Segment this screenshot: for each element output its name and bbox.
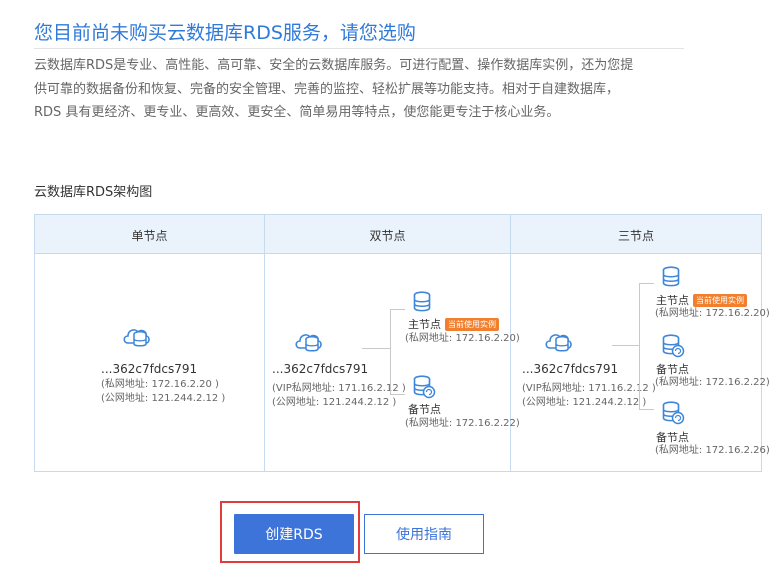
triple-vip-address: (VIP私网地址: 171.16.2.12 ) — [522, 383, 656, 394]
single-node-id: ...362c7fdcs791 — [101, 362, 198, 376]
triple-public-address: (公网地址: 121.244.2.12 ) — [522, 397, 647, 408]
column-divider — [264, 215, 265, 471]
double-public-address: (公网地址: 121.244.2.12 ) — [272, 397, 397, 408]
page-title: 您目前尚未购买云数据库RDS服务，请您选购 — [34, 22, 416, 44]
current-instance-badge: 当前使用实例 — [445, 318, 499, 331]
double-standby-node-label: 备节点 — [408, 403, 441, 416]
triple-standby1-address: (私网地址: 172.16.2.22) — [655, 377, 770, 388]
connector-line — [362, 348, 390, 349]
double-primary-node: 主节点 当前使用实例 — [408, 316, 499, 332]
double-primary-address: (私网地址: 172.16.2.20) — [405, 333, 520, 344]
double-standby-address: (私网地址: 172.16.2.22) — [405, 418, 520, 429]
connector-line — [639, 409, 654, 410]
column-title-double: 双节点 — [369, 229, 406, 243]
current-instance-badge: 当前使用实例 — [693, 294, 747, 307]
single-public-address: (公网地址: 121.244.2.12 ) — [101, 393, 226, 404]
triple-standby2-address: (私网地址: 172.16.2.26) — [655, 445, 770, 456]
architecture-title: 云数据库RDS架构图 — [34, 185, 153, 200]
database-icon — [412, 291, 432, 317]
single-private-address: (私网地址: 172.16.2.20 ) — [101, 379, 219, 390]
standby-database-icon — [412, 375, 436, 403]
connector-line — [390, 394, 405, 395]
column-title-single: 单节点 — [131, 229, 168, 243]
page-description: 云数据库RDS是专业、高性能、高可靠、安全的云数据库服务。可进行配置、操作数据库… — [34, 58, 634, 120]
triple-standby1-node-label: 备节点 — [656, 363, 689, 376]
connector-line — [390, 309, 405, 310]
triple-primary-address: (私网地址: 172.16.2.20) — [655, 308, 770, 319]
connector-line — [612, 345, 639, 346]
architecture-diagram: 单节点 双节点 三节点 ...362c7fdcs791 (私网地址: 172.1… — [34, 214, 770, 472]
connector-line — [639, 283, 654, 284]
cloud-database-icon — [122, 323, 152, 353]
cloud-database-icon — [294, 328, 324, 358]
connector-line — [639, 283, 640, 409]
triple-standby2-node-label: 备节点 — [656, 431, 689, 444]
connector-line — [390, 309, 391, 394]
cloud-database-icon — [544, 328, 574, 358]
primary-node-label: 主节点 — [656, 294, 689, 307]
database-icon — [661, 266, 681, 292]
triple-primary-node: 主节点 当前使用实例 — [656, 292, 747, 308]
standby-database-icon — [661, 401, 685, 429]
standby-database-icon — [661, 334, 685, 362]
primary-node-label: 主节点 — [408, 318, 441, 331]
double-node-id: ...362c7fdcs791 — [272, 362, 369, 376]
title-divider — [34, 48, 684, 49]
double-vip-address: (VIP私网地址: 171.16.2.12 ) — [272, 383, 406, 394]
create-rds-button[interactable]: 创建RDS — [234, 514, 354, 554]
triple-node-id: ...362c7fdcs791 — [522, 362, 619, 376]
user-guide-button[interactable]: 使用指南 — [364, 514, 484, 554]
column-title-triple: 三节点 — [617, 229, 654, 243]
